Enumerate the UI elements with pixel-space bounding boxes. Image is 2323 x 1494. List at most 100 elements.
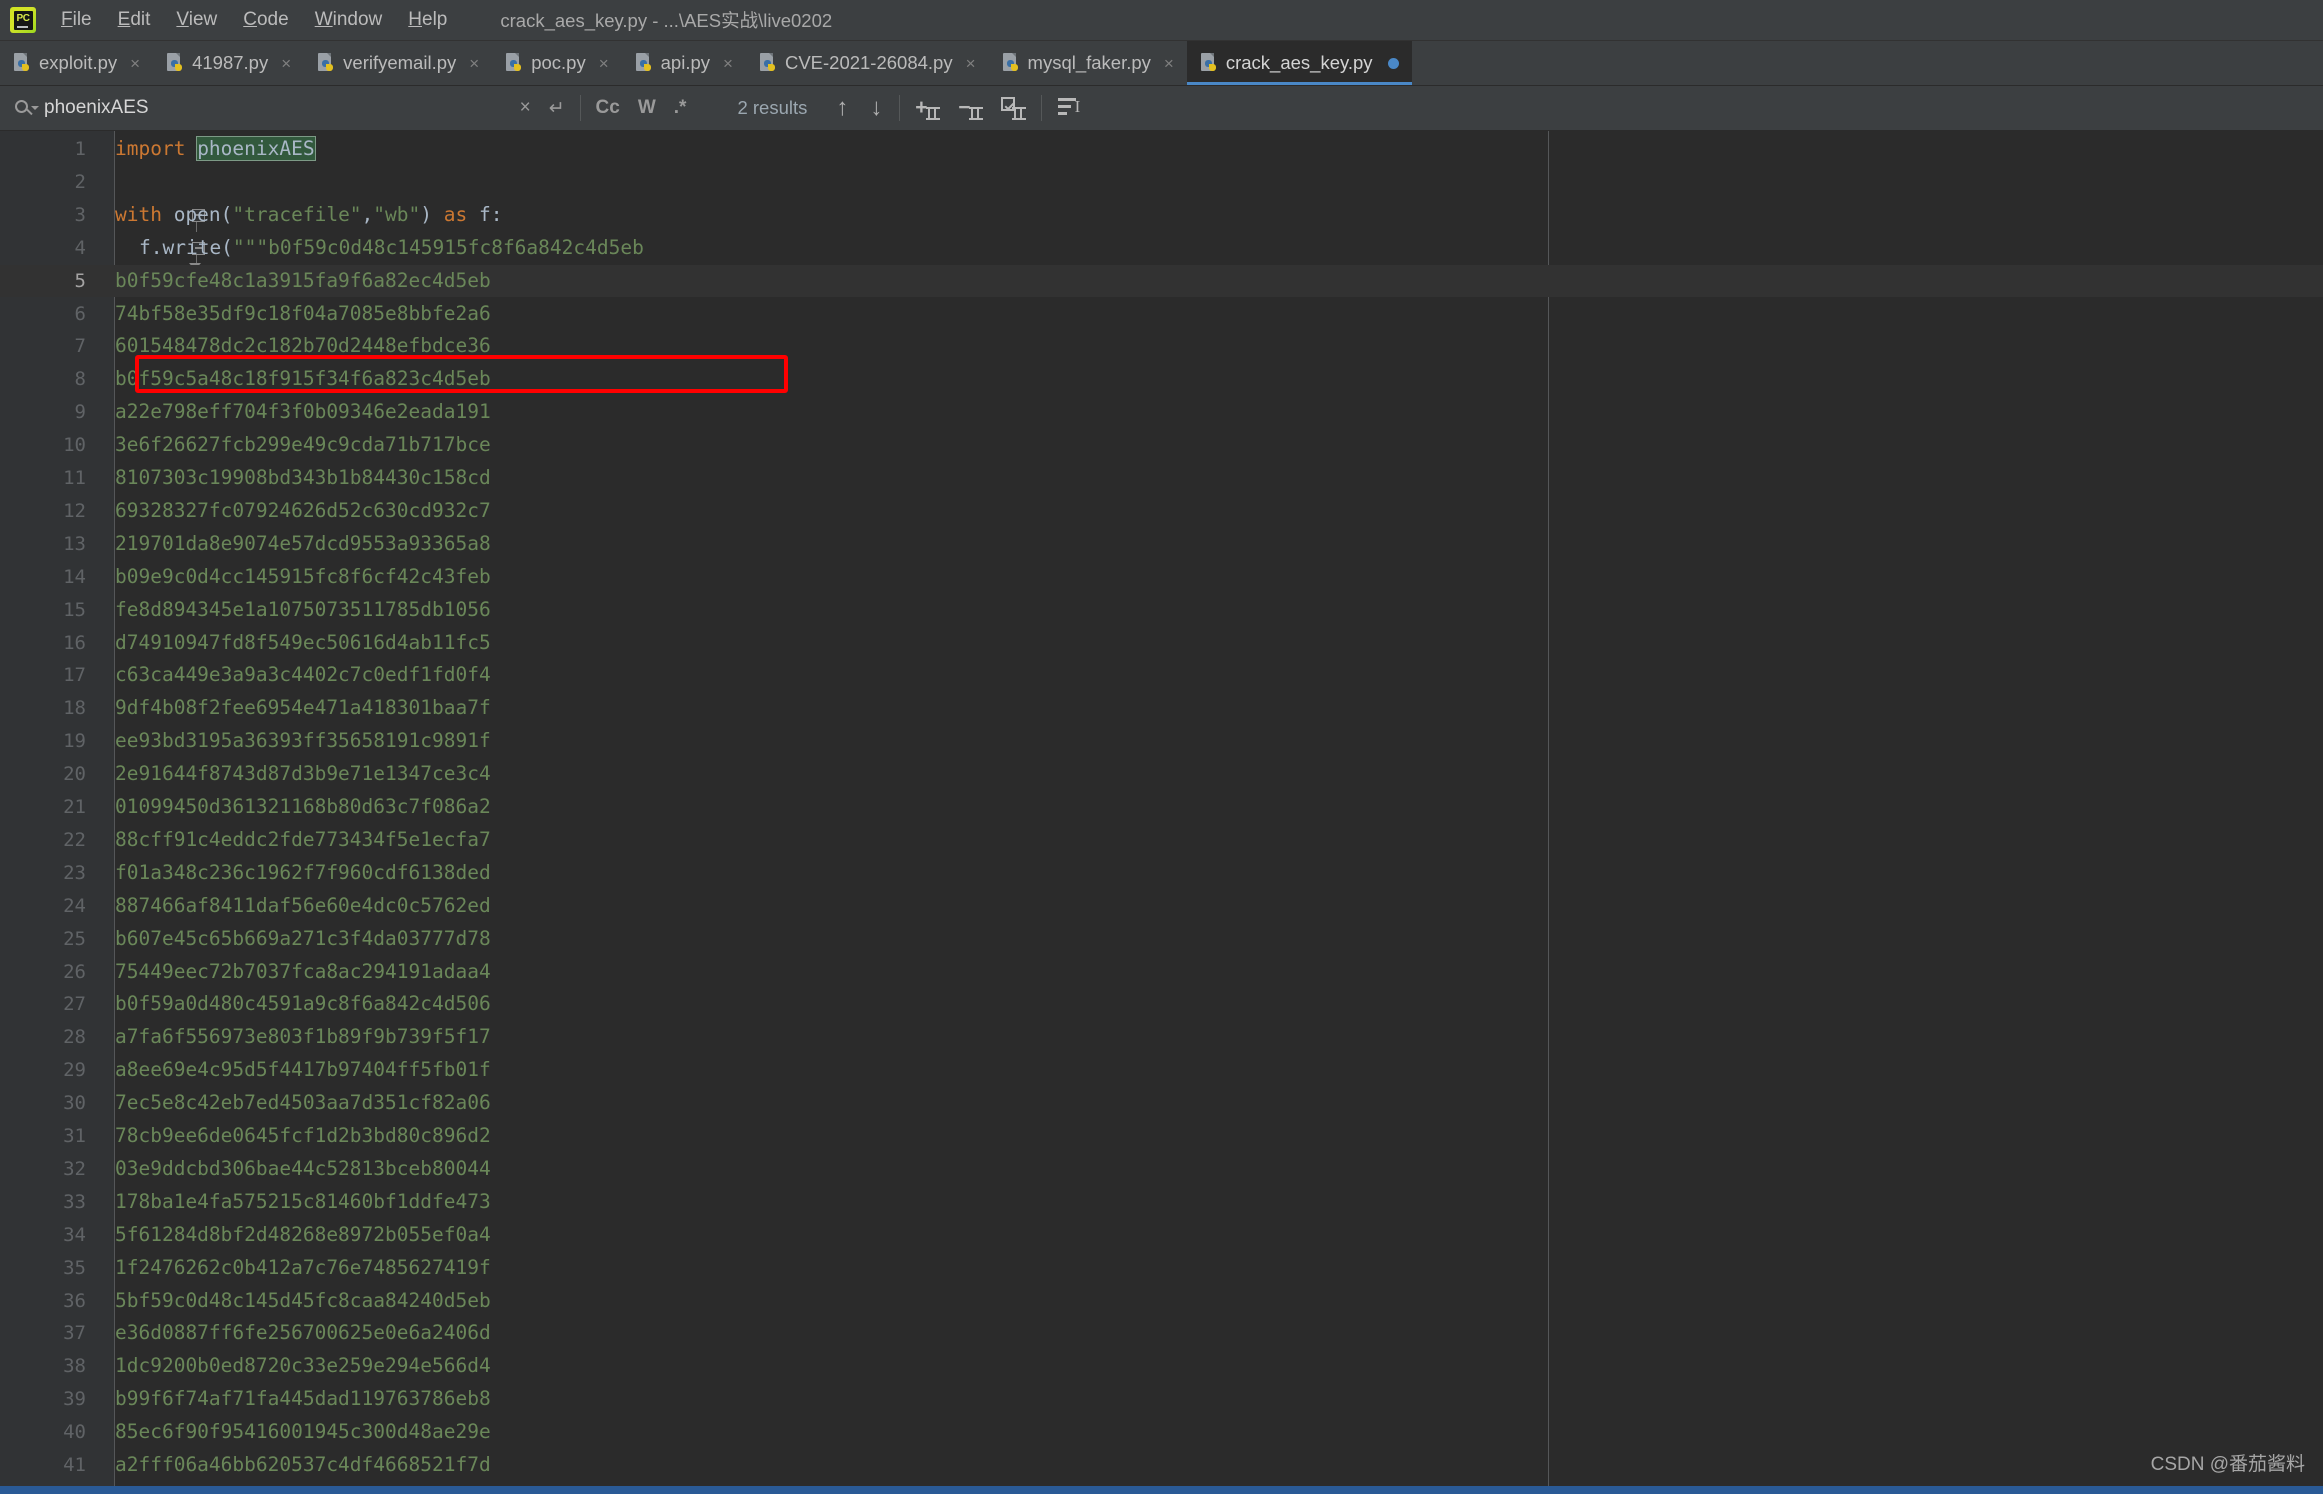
code-line-text: 2e91644f8743d87d3b9e71e1347ce3c4: [115, 758, 491, 791]
editor-tab-poc-py[interactable]: poc.py ×: [492, 41, 621, 85]
code-line-text: 8107303c19908bd343b1b84430c158cd: [115, 462, 491, 495]
menu-item-view[interactable]: View: [163, 7, 230, 33]
menu-item-code[interactable]: Code: [230, 7, 301, 33]
editor-tab-verifyemail-py[interactable]: verifyemail.py ×: [304, 41, 492, 85]
hex-literal: 85ec6f90f95416001945c300d48ae29e: [115, 1420, 491, 1444]
editor-tab-api-py[interactable]: api.py ×: [622, 41, 746, 85]
menu-item-window[interactable]: Window: [302, 7, 396, 33]
close-icon[interactable]: ×: [469, 55, 479, 72]
find-previous-button[interactable]: ↑: [825, 96, 859, 120]
code-line-text: 601548478dc2c182b70d2448efbdce36: [115, 330, 491, 363]
code-token: f.write(: [139, 235, 233, 259]
editor-tab-label: api.py: [660, 52, 711, 73]
clear-search-icon[interactable]: ×: [511, 93, 540, 123]
editor-tab-label: crack_aes_key.py: [1225, 52, 1373, 73]
code-line-text: b09e9c0d4cc145915fc8f6cf42c43feb: [115, 561, 491, 594]
code-line-text: ee93bd3195a36393ff35658191c9891f: [115, 725, 491, 758]
editor-tab-exploit-py[interactable]: exploit.py ×: [0, 41, 153, 85]
pycharm-logo-icon: PC: [10, 7, 36, 33]
code-line-text: import phoenixAES: [115, 133, 316, 166]
modified-indicator: [1387, 57, 1399, 69]
close-icon[interactable]: ×: [599, 55, 609, 72]
remove-caret-icon[interactable]: −: [958, 95, 984, 121]
close-icon[interactable]: ×: [966, 55, 976, 72]
search-input[interactable]: [44, 97, 511, 119]
hex-literal: 03e9ddcbd306bae44c52813bceb80044: [115, 1156, 491, 1180]
code-line-text: b0f59c5a48c18f915f34f6a823c4d5eb: [115, 363, 491, 396]
menu-item-help[interactable]: Help: [395, 7, 460, 33]
close-icon[interactable]: ×: [723, 55, 733, 72]
divider: [1041, 95, 1043, 121]
hex-literal: 01099450d361321168b80d63c7f086a2: [115, 795, 491, 818]
line-number: 41: [63, 1454, 86, 1476]
hex-literal: 7ec5e8c42eb7ed4503aa7d351cf82a06: [115, 1091, 491, 1115]
code-line[interactable]: [0, 133, 2323, 166]
hex-literal: 69328327fc07924626d52c630cd932c7: [115, 498, 491, 522]
hex-literal: a7fa6f556973e803f1b89f9b739f5f17: [115, 1025, 491, 1049]
menu-item-file[interactable]: File: [48, 7, 105, 33]
hex-literal: d74910947fd8f549ec50616d4ab11fc5: [115, 630, 491, 654]
hex-literal: 5f61284d8bf2d48268e8972b055ef0a4: [115, 1222, 491, 1246]
hex-literal: 1f2476262c0b412a7c76e7485627419f: [115, 1255, 491, 1279]
code-line-text: 5f61284d8bf2d48268e8972b055ef0a4: [115, 1219, 491, 1252]
line-number: 24: [63, 894, 86, 917]
code-line-text: 75449eec72b7037fca8ac294191adaa4: [115, 956, 491, 989]
find-next-button[interactable]: ↓: [859, 96, 893, 120]
line-number: 32: [63, 1157, 86, 1180]
hex-literal: ee93bd3195a36393ff35658191c9891f: [115, 729, 491, 753]
hex-literal: b0f59c5a48c18f915f34f6a823c4d5eb: [115, 367, 491, 391]
filter-icon[interactable]: I: [1058, 96, 1081, 120]
hex-literal: e36d0887ff6fe256700625e0e6a2406d: [115, 1321, 491, 1345]
code-line-text: d74910947fd8f549ec50616d4ab11fc5: [115, 627, 491, 660]
search-history-icon[interactable]: ↵: [540, 93, 574, 123]
hex-literal: 219701da8e9074e57dcd9553a93365a8: [115, 531, 491, 555]
hex-literal: b0f59a0d480c4591a9c8f6a842c4d506: [115, 992, 491, 1016]
results-count: 2 results: [737, 97, 808, 118]
whole-words-toggle[interactable]: W: [629, 97, 665, 119]
close-icon[interactable]: ×: [130, 55, 140, 72]
hex-literal: 75449eec72b7037fca8ac294191adaa4: [115, 959, 491, 983]
search-match-highlight: phoenixAES: [196, 136, 316, 161]
regex-toggle[interactable]: .*: [665, 97, 696, 119]
add-caret-icon[interactable]: +: [915, 95, 941, 121]
code-line-text: 74bf58e35df9c18f04a7085e8bbfe2a6: [115, 298, 491, 331]
close-icon[interactable]: ×: [281, 55, 291, 72]
code-token: open(: [173, 202, 233, 226]
code-line-text: with open("tracefile","wb") as f:: [115, 199, 502, 232]
code-token: f:: [478, 202, 503, 226]
line-number: 5: [74, 269, 86, 292]
match-case-toggle[interactable]: Cc: [587, 97, 629, 119]
editor-tab-cve-2021-26084-py[interactable]: CVE-2021-26084.py ×: [746, 41, 989, 85]
find-toolbar: × ↵ Cc W .* 2 results ↑ ↓ + − I: [0, 86, 2323, 131]
line-number: 16: [63, 631, 86, 654]
search-icon[interactable]: [14, 98, 40, 118]
editor-tab-label: verifyemail.py: [343, 52, 457, 73]
hex-literal: 601548478dc2c182b70d2448efbdce36: [115, 334, 491, 358]
code-editor[interactable]: 1 import phoenixAES 2 3 with open("tracefile…: [0, 131, 2323, 1494]
code-line-text: b0f59cfe48c1a3915fa9f6a82ec4d5eb: [115, 265, 491, 298]
line-number: 19: [63, 730, 86, 753]
hex-literal: 88cff91c4eddc2fde773434f5e1ecfa7: [115, 827, 491, 851]
editor-tab-label: exploit.py: [39, 52, 118, 73]
hex-literal: b09e9c0d4cc145915fc8f6cf42c43feb: [115, 564, 491, 588]
line-number: 6: [74, 302, 86, 325]
line-number: 7: [74, 335, 86, 358]
code-line-text: 5bf59c0d48c145d45fc8caa84240d5eb: [115, 1285, 491, 1318]
status-bar: [0, 1486, 2323, 1494]
code-line-text: a8ee69e4c95d5f4417b97404ff5fb01f: [115, 1054, 491, 1087]
close-icon[interactable]: ×: [1164, 55, 1174, 72]
editor-tab-mysql-faker-py[interactable]: mysql_faker.py ×: [989, 41, 1187, 85]
line-number: 30: [63, 1092, 86, 1115]
line-number: 37: [63, 1322, 86, 1345]
line-number: 26: [63, 960, 86, 983]
code-token: """b0f59c0d48c145915fc8f6a842c4d5eb: [232, 235, 644, 259]
hex-literal: b607e45c65b669a271c3f4da03777d78: [115, 926, 491, 950]
python-file-icon: [1200, 53, 1218, 73]
editor-tab-crack-aes-key-py[interactable]: crack_aes_key.py: [1186, 41, 1412, 85]
select-all-carets-icon[interactable]: [1001, 95, 1027, 121]
hex-literal: 3e6f26627fcb299e49c9cda71b717bce: [115, 433, 491, 457]
menu-item-edit[interactable]: Edit: [105, 7, 164, 33]
python-file-icon: [1002, 53, 1020, 73]
editor-tab-41987-py[interactable]: 41987.py ×: [153, 41, 304, 85]
code-line[interactable]: [0, 166, 2323, 199]
